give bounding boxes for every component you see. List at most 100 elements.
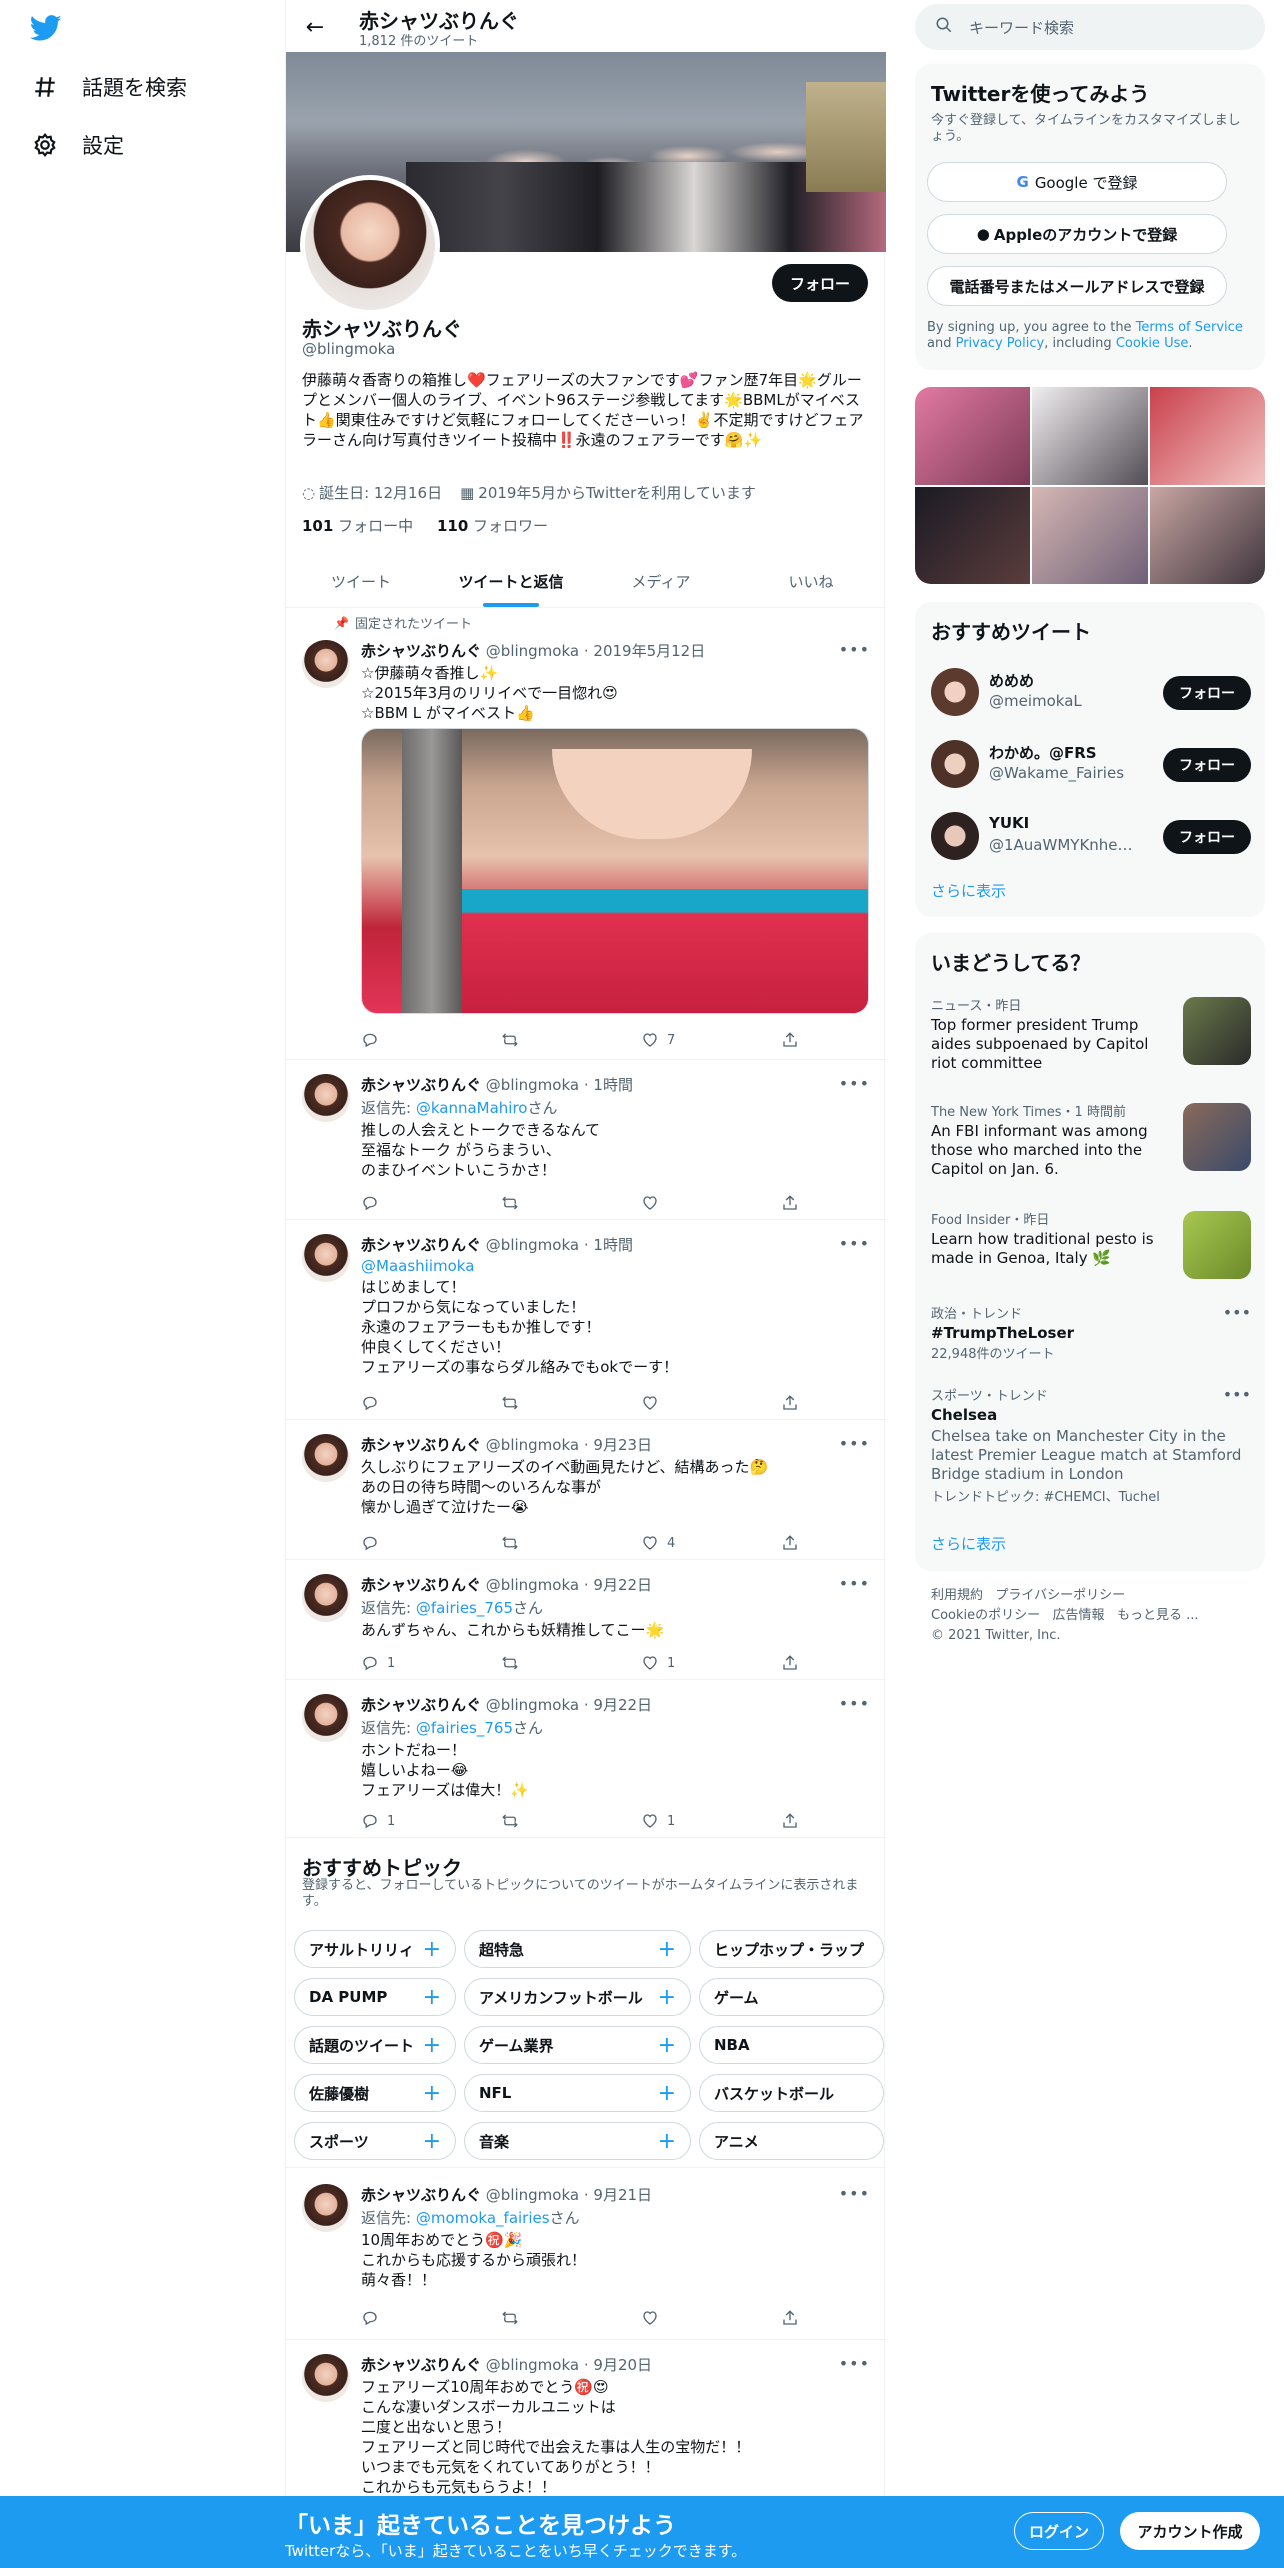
media-gallery[interactable] — [915, 387, 1265, 584]
footer-privacy[interactable]: プライバシーポリシー — [995, 1588, 1125, 1603]
topic-chip[interactable]: 佐藤優樹 + — [294, 2074, 456, 2112]
tab-tweets-replies[interactable]: ツイートと返信 — [436, 555, 586, 607]
topic-chip[interactable]: 話題のツイート + — [294, 2026, 456, 2064]
tweet[interactable]: ••• 赤シャツぶりんぐ @blingmoka · 9月22日 返信先: @fair… — [286, 1560, 886, 1680]
trend-thumbnail[interactable] — [1183, 1103, 1251, 1171]
topic-chip[interactable]: 音楽 + — [464, 2122, 691, 2160]
share-button[interactable] — [781, 1031, 801, 1049]
tweet-time[interactable]: 9月20日 — [593, 2356, 652, 2374]
topic-chip[interactable]: 超特急 + — [464, 1930, 691, 1968]
topic-chip[interactable]: ヒップホップ・ラップ — [699, 1930, 884, 1968]
topic-chip[interactable]: アニメ — [699, 2122, 884, 2160]
footer-terms[interactable]: 利用規約 — [931, 1588, 983, 1603]
more-options-icon[interactable]: ••• — [1223, 1303, 1251, 1322]
plus-icon[interactable]: + — [658, 2081, 676, 2106]
tab-tweets[interactable]: ツイート — [286, 555, 436, 607]
tweet-time[interactable]: 9月21日 — [593, 2186, 652, 2204]
rec-more-link[interactable]: さらに表示 — [931, 880, 1006, 901]
tweet-handle[interactable]: @blingmoka — [486, 1076, 579, 1094]
privacy-link[interactable]: Privacy Policy — [956, 336, 1045, 351]
share-button[interactable] — [781, 1194, 801, 1212]
tweet-author[interactable]: 赤シャツぶりんぐ — [361, 2356, 481, 2374]
google-signup-button[interactable]: G Google で登録 — [927, 162, 1227, 202]
tweet[interactable]: ••• 赤シャツぶりんぐ @blingmoka · 1時間 返信先: @kannaM… — [286, 1060, 886, 1220]
rec-user[interactable]: わかめ。@FRS @Wakame_Fairies フォロー — [931, 736, 1251, 796]
retweet-button[interactable] — [501, 1654, 561, 1672]
phone-signup-button[interactable]: 電話番号またはメールアドレスで登録 — [927, 266, 1227, 306]
tweet[interactable]: ••• 赤シャツぶりんぐ @blingmoka · 9月23日 久しぶりにフェアリー… — [286, 1420, 886, 1560]
tweet-avatar[interactable] — [302, 1694, 350, 1742]
tweet-time[interactable]: 9月23日 — [593, 1436, 652, 1454]
signup-button[interactable]: アカウント作成 — [1120, 2512, 1260, 2550]
retweet-button[interactable] — [501, 1194, 561, 1212]
tweet-handle[interactable]: @blingmoka — [486, 1236, 579, 1254]
rec-avatar[interactable] — [931, 740, 979, 788]
tweet-author[interactable]: 赤シャツぶりんぐ — [361, 642, 481, 660]
tweet-time[interactable]: 2019年5月12日 — [593, 642, 705, 660]
tweet-handle[interactable]: @blingmoka — [486, 2186, 579, 2204]
tweet-time[interactable]: 1時間 — [593, 1236, 633, 1254]
search-input[interactable]: キーワード検索 — [969, 17, 1074, 38]
trend-item[interactable]: ニュース・昨日 Top former president Trump aides … — [931, 995, 1251, 1073]
search-box[interactable]: キーワード検索 — [915, 4, 1265, 50]
tweet-author[interactable]: 赤シャツぶりんぐ — [361, 1436, 481, 1454]
retweet-button[interactable] — [501, 1394, 561, 1412]
tweet[interactable]: ••• 赤シャツぶりんぐ @blingmoka · 9月22日 返信先: @fair… — [286, 1680, 886, 1838]
retweet-button[interactable] — [501, 1812, 561, 1830]
plus-icon[interactable]: + — [658, 1937, 676, 1962]
apple-signup-button[interactable]: ● Appleのアカウントで登録 — [927, 214, 1227, 254]
tab-likes[interactable]: いいね — [736, 555, 886, 607]
plus-icon[interactable]: + — [423, 1985, 441, 2010]
retweet-button[interactable] — [501, 2309, 561, 2327]
plus-icon[interactable]: + — [658, 2129, 676, 2154]
tweet-handle[interactable]: @blingmoka — [486, 642, 579, 660]
topic-chip[interactable]: スポーツ + — [294, 2122, 456, 2160]
topic-chip[interactable]: バスケットボール — [699, 2074, 884, 2112]
rec-avatar[interactable] — [931, 812, 979, 860]
tweet-avatar[interactable] — [302, 1434, 350, 1482]
tweet-avatar[interactable] — [302, 1234, 350, 1282]
tweet-avatar[interactable] — [302, 1574, 350, 1622]
topic-chip[interactable]: NFL + — [464, 2074, 691, 2112]
rec-follow-button[interactable]: フォロー — [1163, 820, 1251, 854]
tweet-media-image[interactable] — [361, 728, 869, 1014]
like-button[interactable]: 4 — [641, 1534, 701, 1552]
reply-button[interactable] — [361, 1534, 421, 1552]
reply-button[interactable]: 1 — [361, 1654, 421, 1672]
reply-button[interactable] — [361, 1394, 421, 1412]
trend-topics[interactable]: トレンドトピック: #CHEMCI、Tuchel — [931, 1486, 1251, 1505]
nav-settings[interactable]: 設定 — [30, 120, 124, 170]
like-button[interactable]: 1 — [641, 1654, 701, 1672]
share-button[interactable] — [781, 1394, 801, 1412]
reply-mention[interactable]: @fairies_765 — [416, 1599, 513, 1617]
reply-button[interactable] — [361, 1031, 421, 1049]
terms-link[interactable]: Terms of Service — [1136, 320, 1243, 335]
more-options-icon[interactable]: ••• — [1223, 1385, 1251, 1404]
tweet-time[interactable]: 9月22日 — [593, 1696, 652, 1714]
share-button[interactable] — [781, 1534, 801, 1552]
reply-mention[interactable]: @kannaMahiro — [416, 1099, 528, 1117]
tweet[interactable]: ••• 赤シャツぶりんぐ @blingmoka · 1時間 @Maashiimoka… — [286, 1220, 886, 1420]
reply-button[interactable]: 1 — [361, 1812, 421, 1830]
tweet[interactable]: ••• 赤シャツぶりんぐ @blingmoka · 9月20日 フェアリーズ10周年… — [286, 2340, 886, 2500]
footer-ads[interactable]: 広告情報 — [1053, 1608, 1105, 1623]
reply-mention[interactable]: @momoka_fairies — [416, 2209, 550, 2227]
tweet-author[interactable]: 赤シャツぶりんぐ — [361, 1696, 481, 1714]
gallery-photo[interactable] — [1149, 387, 1265, 485]
trend-item[interactable]: 政治・トレンド #TrumpTheLoser 22,948件のツイート ••• — [931, 1303, 1251, 1364]
gallery-photo[interactable] — [1032, 387, 1148, 485]
back-arrow-icon[interactable]: ← — [300, 12, 330, 42]
trend-item[interactable]: スポーツ・トレンド Chelsea Chelsea take on Manchest… — [931, 1385, 1251, 1505]
following-link[interactable]: 101 フォロー中 — [302, 517, 413, 535]
plus-icon[interactable]: + — [423, 2081, 441, 2106]
share-button[interactable] — [781, 1812, 801, 1830]
cookie-link[interactable]: Cookie Use — [1116, 336, 1189, 351]
tweet-avatar[interactable] — [302, 1074, 350, 1122]
retweet-button[interactable] — [501, 1031, 561, 1049]
tweet-avatar[interactable] — [302, 640, 350, 688]
like-button[interactable] — [641, 2309, 701, 2327]
trend-item[interactable]: Food Insider・昨日 Learn how traditional pes… — [931, 1209, 1251, 1279]
rec-avatar[interactable] — [931, 668, 979, 716]
rec-user[interactable]: YUKI @1AuaWMYKnhekB... フォロー — [931, 808, 1251, 868]
plus-icon[interactable]: + — [658, 2033, 676, 2058]
